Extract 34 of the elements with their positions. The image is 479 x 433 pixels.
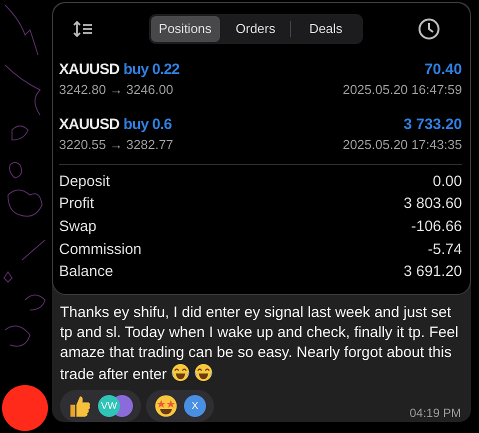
clock-icon[interactable]	[418, 18, 440, 40]
tab[interactable]: Orders	[220, 16, 290, 42]
profit-value: 3 733.20	[404, 116, 462, 132]
price-range: 3220.55 → 3282.77	[59, 136, 174, 152]
laughing-emoji-icon	[194, 363, 214, 382]
star-eyes-emoji-icon	[154, 394, 178, 418]
thumbs-up-icon	[68, 394, 92, 418]
summary-label: Commission	[59, 240, 142, 258]
user-avatar: X	[184, 395, 206, 417]
trade-time: 2025.05.20 16:47:59	[342, 82, 462, 96]
summary-value: 0.00	[432, 172, 462, 190]
sort-icon[interactable]	[73, 21, 93, 37]
profit-value: 70.40	[424, 60, 462, 78]
message-text: Thanks ey shifu, I did enter ey signal last week and just set tp and sl. Today when I wake up and check, finally it tp. Feel amaze that trading can be so easy. Nearly forgot about this trade after enter	[60, 303, 460, 385]
tab[interactable]: Deals	[291, 16, 360, 42]
summary-label: Deposit	[59, 172, 110, 190]
trade-side: buy 0.22	[123, 60, 180, 78]
summary-value: 3 691.20	[404, 263, 462, 280]
message-time: 04:19 PM	[410, 406, 461, 420]
laughing-emoji-icon	[170, 363, 190, 382]
symbol-label: XAUUSD	[59, 116, 120, 132]
summary-value: 3 803.60	[404, 195, 462, 212]
tab[interactable]: Positions	[150, 16, 220, 42]
trade-side: buy 0.6	[123, 116, 172, 132]
price-range: 3242.80 → 3246.00	[59, 82, 174, 96]
trade-time: 2025.05.20 17:43:35	[342, 136, 462, 152]
user-avatar: VW	[98, 395, 120, 417]
summary-label: Swap	[59, 218, 97, 235]
summary-value: -106.66	[411, 218, 462, 235]
summary-value: -5.74	[428, 240, 462, 258]
summary-label: Profit	[59, 195, 94, 212]
symbol-label: XAUUSD	[59, 60, 120, 78]
summary-label: Balance	[59, 263, 114, 280]
sender-avatar[interactable]	[2, 385, 48, 431]
